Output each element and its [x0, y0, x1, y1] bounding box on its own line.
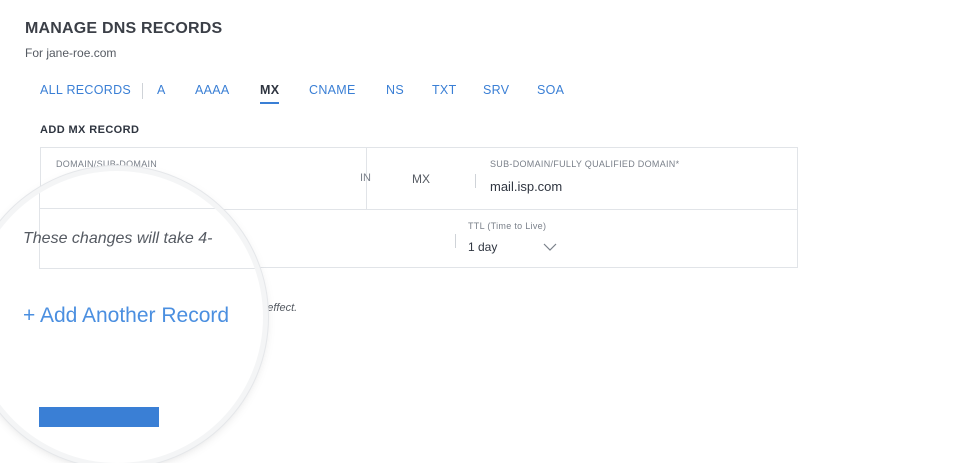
notice-text: These changes will take 4-: [23, 230, 213, 247]
type-divider: [475, 174, 476, 188]
page-subtitle: For jane-roe.com: [25, 46, 117, 60]
ttl-divider: [455, 234, 456, 248]
tab-ns[interactable]: NS: [386, 83, 404, 102]
tab-srv[interactable]: SRV: [483, 83, 509, 102]
ttl-field-label: TTL (Time to Live): [468, 221, 547, 231]
row-divider: [39, 208, 263, 209]
add-another-record-link[interactable]: + Add Another Record: [23, 304, 229, 328]
tab-cname[interactable]: CNAME: [309, 83, 356, 102]
chevron-down-icon[interactable]: [543, 243, 557, 251]
target-field-label: SUB-DOMAIN/FULLY QUALIFIED DOMAIN*: [490, 159, 680, 169]
save-button-magnified[interactable]: [39, 407, 159, 427]
tab-mx[interactable]: MX: [260, 83, 280, 104]
tab-aaaa[interactable]: AAAA: [195, 83, 230, 102]
domain-field-label: DOMAIN/SUB-DOMAIN: [56, 159, 158, 169]
target-domain-input[interactable]: mail.isp.com: [490, 179, 562, 194]
card-bottom-edge: [39, 268, 263, 269]
ttl-select[interactable]: 1 day: [468, 240, 497, 254]
tab-soa[interactable]: SOA: [537, 83, 564, 102]
card-edge: [39, 171, 40, 268]
tab-txt[interactable]: TXT: [432, 83, 457, 102]
in-label: IN: [360, 172, 371, 184]
record-type-value: MX: [412, 172, 430, 186]
tab-all-records[interactable]: ALL RECORDS: [40, 83, 131, 102]
tab-a[interactable]: A: [157, 83, 166, 102]
section-title: ADD MX RECORD: [40, 124, 140, 136]
tab-divider: [142, 83, 143, 99]
page-title: MANAGE DNS RECORDS: [25, 20, 223, 37]
